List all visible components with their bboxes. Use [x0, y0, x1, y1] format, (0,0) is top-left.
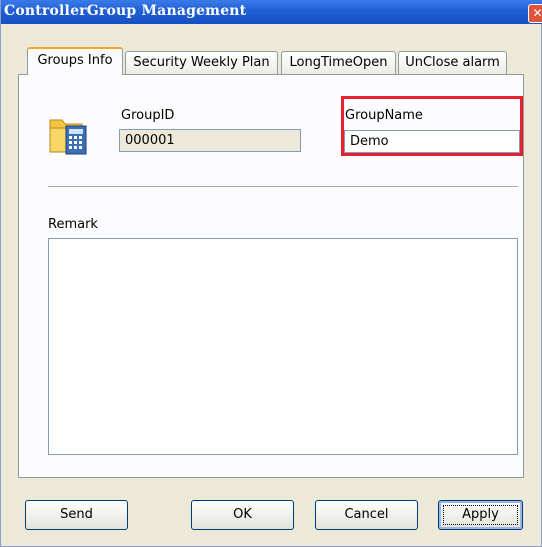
folder-calculator-icon [49, 119, 87, 155]
apply-button[interactable]: Apply [438, 500, 523, 530]
ok-button[interactable]: OK [191, 500, 294, 530]
title-bar[interactable]: ControllerGroup Management ✕ [1, 0, 542, 24]
tab-security-weekly-plan[interactable]: Security Weekly Plan [125, 51, 278, 74]
tab-long-time-open[interactable]: LongTimeOpen [281, 51, 396, 74]
group-id-field[interactable]: 000001 [119, 129, 301, 152]
highlight-box [341, 96, 523, 156]
window-title: ControllerGroup Management [4, 3, 247, 19]
group-id-label: GroupID [121, 108, 175, 123]
remark-label: Remark [48, 217, 98, 232]
cancel-button[interactable]: Cancel [315, 500, 418, 530]
close-icon[interactable]: ✕ [528, 4, 542, 23]
separator-line [48, 186, 518, 188]
send-button[interactable]: Send [25, 500, 128, 530]
focus-rect [443, 505, 518, 525]
tab-unclose-alarm[interactable]: UnClose alarm [398, 51, 507, 74]
tab-groups-info[interactable]: Groups Info [27, 47, 123, 75]
controller-group-dialog: ControllerGroup Management ✕ Groups Info… [0, 0, 542, 547]
remark-textarea[interactable] [48, 238, 518, 455]
